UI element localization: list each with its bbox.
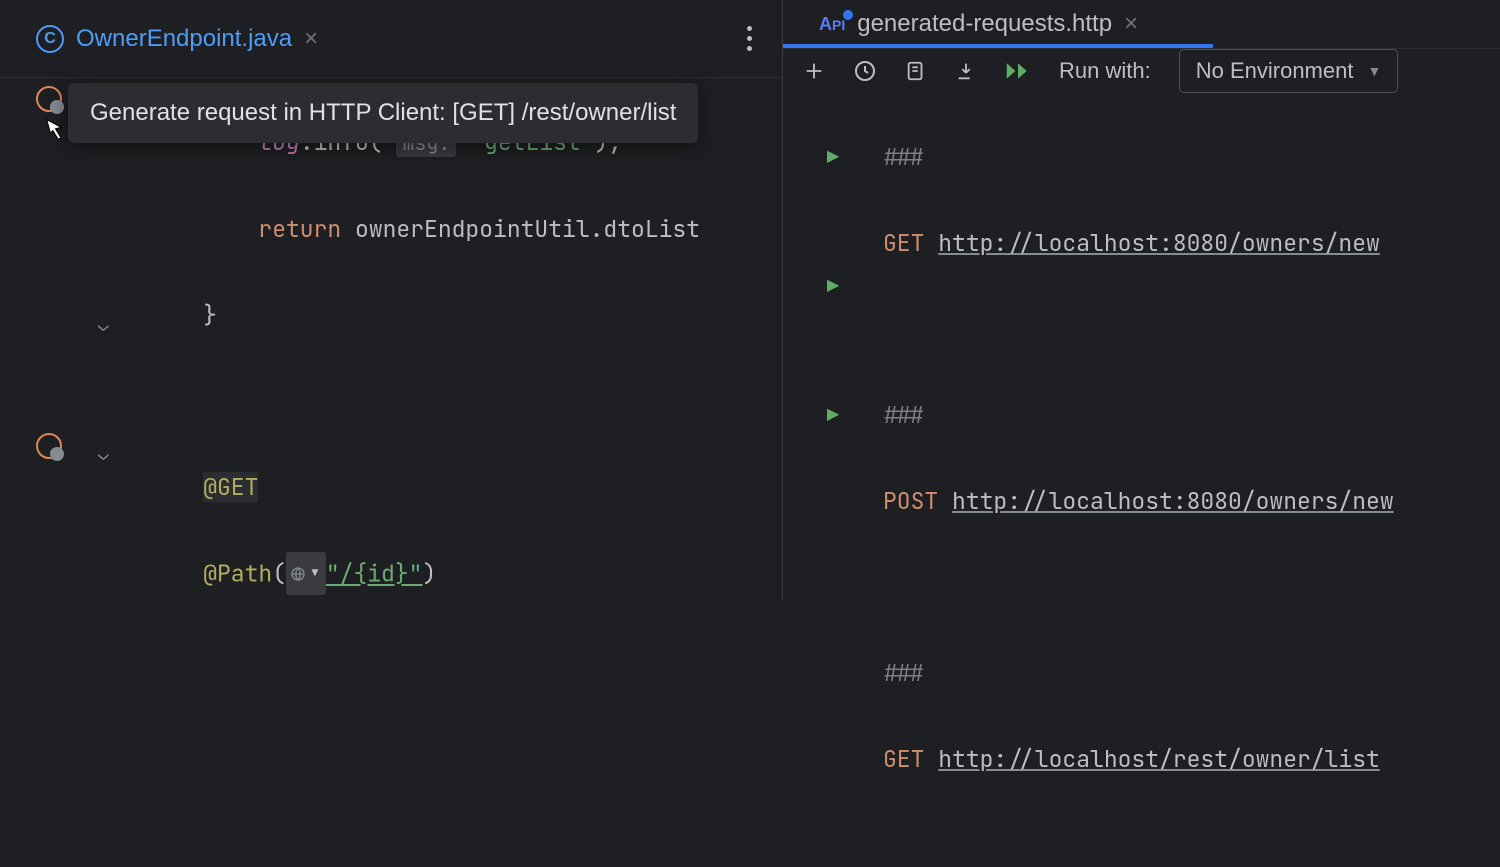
code-line: ### (883, 136, 1500, 179)
environment-select[interactable]: No Environment ▼ (1179, 49, 1399, 93)
code-line: @GET (148, 466, 782, 509)
run-with-label: Run with: (1059, 58, 1151, 84)
code-line (883, 566, 1500, 609)
http-gutter: ▶ ▶ ▶ (783, 93, 883, 867)
chevron-down-icon: ▼ (1367, 63, 1381, 79)
code-line (148, 380, 782, 423)
code-line: return ownerEndpointUtil.dtoList (148, 208, 782, 251)
java-editor[interactable]: ⌄ ⌄ log.info( msg: "getList"); return ow… (0, 78, 782, 600)
left-editor-pane: C OwnerEndpoint.java × ⌄ ⌄ log.info( msg… (0, 0, 783, 600)
code-line: @Path(▾"/{id}") (148, 552, 782, 596)
code-line: GET http://localhost:8080/owners/new (883, 222, 1500, 265)
import-button[interactable] (955, 60, 977, 82)
fold-gutter: ⌄ ⌄ (78, 78, 138, 600)
http-editor[interactable]: ▶ ▶ ▶ ### GET http://localhost:8080/owne… (783, 93, 1500, 867)
run-request-button[interactable]: ▶ (827, 136, 839, 179)
http-code-area[interactable]: ### GET http://localhost:8080/owners/new… (883, 93, 1500, 867)
code-line: POST http://localhost:8080/owners/new (883, 480, 1500, 523)
endpoint-gutter-icon[interactable] (36, 86, 62, 112)
close-icon[interactable]: × (304, 25, 318, 53)
history-button[interactable] (853, 59, 877, 83)
java-class-icon: C (36, 25, 64, 53)
run-request-button[interactable]: ▶ (827, 265, 839, 308)
right-tab-bar: API generated-requests.http × (783, 0, 1500, 49)
active-tab-indicator (783, 44, 1213, 48)
right-editor-pane: API generated-requests.http × Run with: … (783, 0, 1500, 600)
run-all-button[interactable] (1005, 60, 1031, 82)
code-line (883, 308, 1500, 351)
code-line: ### (883, 394, 1500, 437)
add-request-button[interactable] (803, 60, 825, 82)
run-request-button[interactable]: ▶ (827, 394, 839, 437)
code-line: ### (883, 652, 1500, 695)
http-api-icon: API (819, 14, 845, 35)
tab-owner-endpoint[interactable]: C OwnerEndpoint.java × (20, 15, 334, 63)
http-toolbar: Run with: No Environment ▼ (783, 49, 1500, 93)
code-area[interactable]: log.info( msg: "getList"); return ownerE… (138, 78, 782, 600)
tab-title: generated-requests.http (857, 10, 1112, 38)
endpoint-gutter-icon[interactable] (36, 433, 62, 459)
examples-button[interactable] (905, 60, 927, 82)
chevron-down-icon[interactable]: ⌄ (98, 304, 109, 347)
gutter-tooltip: Generate request in HTTP Client: [GET] /… (68, 83, 698, 143)
left-tab-bar: C OwnerEndpoint.java × (0, 0, 782, 78)
pointer-cursor-icon (42, 116, 68, 153)
close-icon[interactable]: × (1124, 10, 1138, 38)
tab-options-menu[interactable] (747, 26, 752, 51)
tab-title: OwnerEndpoint.java (76, 25, 292, 53)
tab-generated-requests[interactable]: API generated-requests.http × (803, 0, 1154, 48)
chevron-down-icon[interactable]: ⌄ (98, 433, 109, 476)
url-mapping-hint-icon[interactable]: ▾ (286, 552, 326, 595)
gutter (0, 78, 78, 600)
code-line: } (148, 294, 782, 337)
code-line: GET http://localhost/rest/owner/list (883, 738, 1500, 781)
